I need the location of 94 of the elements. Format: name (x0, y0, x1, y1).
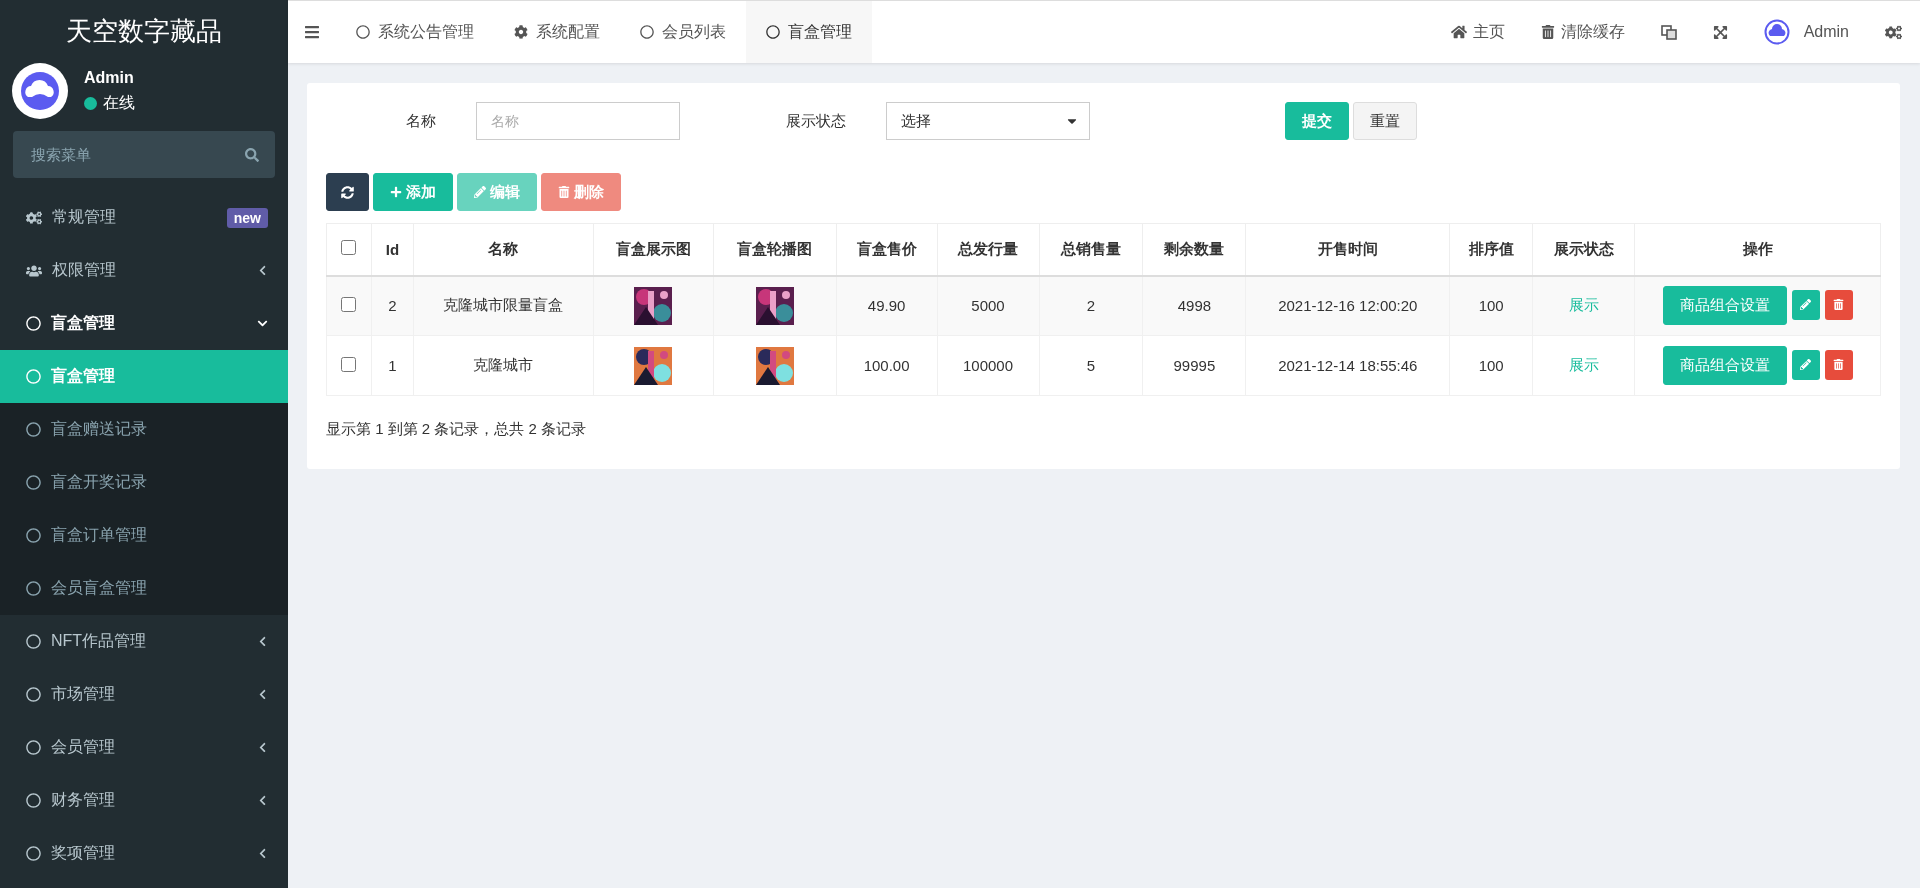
settings-icon[interactable] (1885, 23, 1902, 41)
refresh-icon (341, 185, 354, 199)
table-cell: 2021-12-14 18:55:46 (1245, 335, 1450, 396)
table-cell: 100.00 (836, 335, 938, 396)
user-menu[interactable]: Admin (1745, 1, 1867, 63)
menu-item[interactable]: 盲盒管理 (0, 297, 288, 350)
column-header: 开售时间 (1245, 223, 1450, 276)
pencil-icon (1800, 359, 1812, 370)
menu-item[interactable]: 会员管理 (0, 721, 288, 774)
pagination-info: 显示第 1 到第 2 条记录，总共 2 条记录 (326, 420, 588, 439)
gear-icon (514, 25, 528, 39)
menu-item[interactable]: NFT作品管理 (0, 615, 288, 668)
chevron-left-icon (257, 742, 268, 753)
page-tab[interactable]: 系统公告管理 (336, 1, 494, 63)
table-cell: 4998 (1142, 275, 1246, 336)
gears-icon (26, 209, 42, 226)
chevron-left-icon (257, 795, 268, 806)
row-checkbox[interactable] (341, 296, 357, 312)
column-header: 展示状态 (1532, 223, 1635, 276)
table-cell: 100 (1449, 275, 1533, 336)
user-avatar (12, 63, 68, 119)
table-cell: 2 (1039, 275, 1143, 336)
user-name: Admin (84, 68, 135, 87)
name-input-field[interactable]: 名称 (476, 102, 680, 140)
menu-search-input[interactable]: 搜索菜单 (29, 145, 245, 164)
submenu-item[interactable]: 会员盲盒管理 (0, 562, 288, 615)
trash-icon (558, 186, 570, 198)
page-tab[interactable]: 系统配置 (494, 1, 620, 63)
table-cell: 克隆城市 (413, 335, 594, 396)
menu-item[interactable]: 奖项管理 (0, 827, 288, 880)
submenu-item[interactable]: 盲盒开奖记录 (0, 456, 288, 509)
menu-item[interactable]: 常规管理 new (0, 191, 288, 244)
trash-icon (1833, 299, 1845, 311)
menu-search-field[interactable]: 搜索菜单 (13, 131, 275, 178)
search-icon[interactable] (245, 147, 259, 162)
column-header: 总销售量 (1039, 223, 1143, 276)
field-label: 名称 (405, 111, 437, 131)
avatar-icon (1763, 19, 1790, 45)
field-label: 展示状态 (785, 111, 847, 131)
page-tab[interactable]: 盲盒管理 (746, 1, 872, 63)
pencil-icon (1800, 299, 1812, 311)
table-cell: 5 (1039, 335, 1143, 396)
table-cell: 100 (1449, 335, 1533, 396)
status-text: 展示 (1568, 356, 1599, 373)
submenu-item[interactable]: 盲盒赠送记录 (0, 403, 288, 456)
column-header: 盲盒轮播图 (713, 223, 837, 276)
status-select[interactable]: 选择 (886, 102, 1090, 140)
submenu-item[interactable]: 盲盒订单管理 (0, 509, 288, 562)
home-icon (1450, 24, 1467, 40)
refresh-button[interactable] (326, 173, 369, 211)
row-checkbox[interactable] (341, 356, 357, 372)
trash-link[interactable]: 清除缓存 (1522, 1, 1643, 63)
column-header: 盲盒展示图 (593, 223, 714, 276)
trash-icon (1540, 25, 1555, 39)
menu-item[interactable]: 市场管理 (0, 668, 288, 721)
column-header: 排序值 (1449, 223, 1533, 276)
select-all-checkbox[interactable] (341, 240, 357, 256)
status-text: 展示 (1568, 296, 1599, 314)
table-cell: 2021-12-16 12:00:20 (1245, 275, 1450, 336)
column-header: 剩余数量 (1142, 223, 1246, 276)
home-link[interactable]: 主页 (1432, 1, 1523, 63)
table-cell: 100000 (937, 335, 1039, 396)
menu-icon[interactable] (304, 24, 320, 40)
chevron-left-icon (257, 848, 268, 859)
menu-item[interactable]: 财务管理 (0, 774, 288, 827)
reset-button[interactable]: 重置 (1353, 102, 1417, 140)
column-header: 操作 (1634, 223, 1881, 276)
chevron-down-icon (257, 318, 268, 329)
table-cell: 5000 (937, 275, 1039, 336)
edit-button[interactable] (1791, 349, 1820, 380)
table-cell: 克隆城市限量盲盒 (413, 275, 594, 336)
trash-icon (1833, 359, 1845, 370)
column-header: 盲盒售价 (836, 223, 938, 276)
edit-button[interactable] (1791, 289, 1820, 320)
table-cell: 49.90 (836, 275, 938, 336)
chevron-left-icon (257, 636, 268, 647)
pencil-icon (474, 186, 486, 198)
table-cell: 99995 (1142, 335, 1246, 396)
delete-button[interactable] (1824, 349, 1853, 380)
chevron-left-icon (257, 265, 268, 276)
column-header: Id (371, 223, 414, 276)
translate-icon[interactable] (1660, 24, 1677, 40)
table-cell: 2 (371, 275, 414, 336)
plus-icon (390, 186, 402, 198)
fullscreen-icon[interactable] (1712, 24, 1728, 40)
column-header: 名称 (413, 223, 594, 276)
menu-item[interactable]: 权限管理 (0, 244, 288, 297)
delete-button[interactable] (1824, 289, 1853, 320)
new-badge: new (226, 207, 268, 228)
table-cell: 1 (371, 335, 414, 396)
chevron-left-icon (257, 689, 268, 700)
status-text: 在线 (103, 92, 135, 113)
column-header: 总发行量 (937, 223, 1039, 276)
page-tab[interactable]: 会员列表 (620, 1, 746, 63)
